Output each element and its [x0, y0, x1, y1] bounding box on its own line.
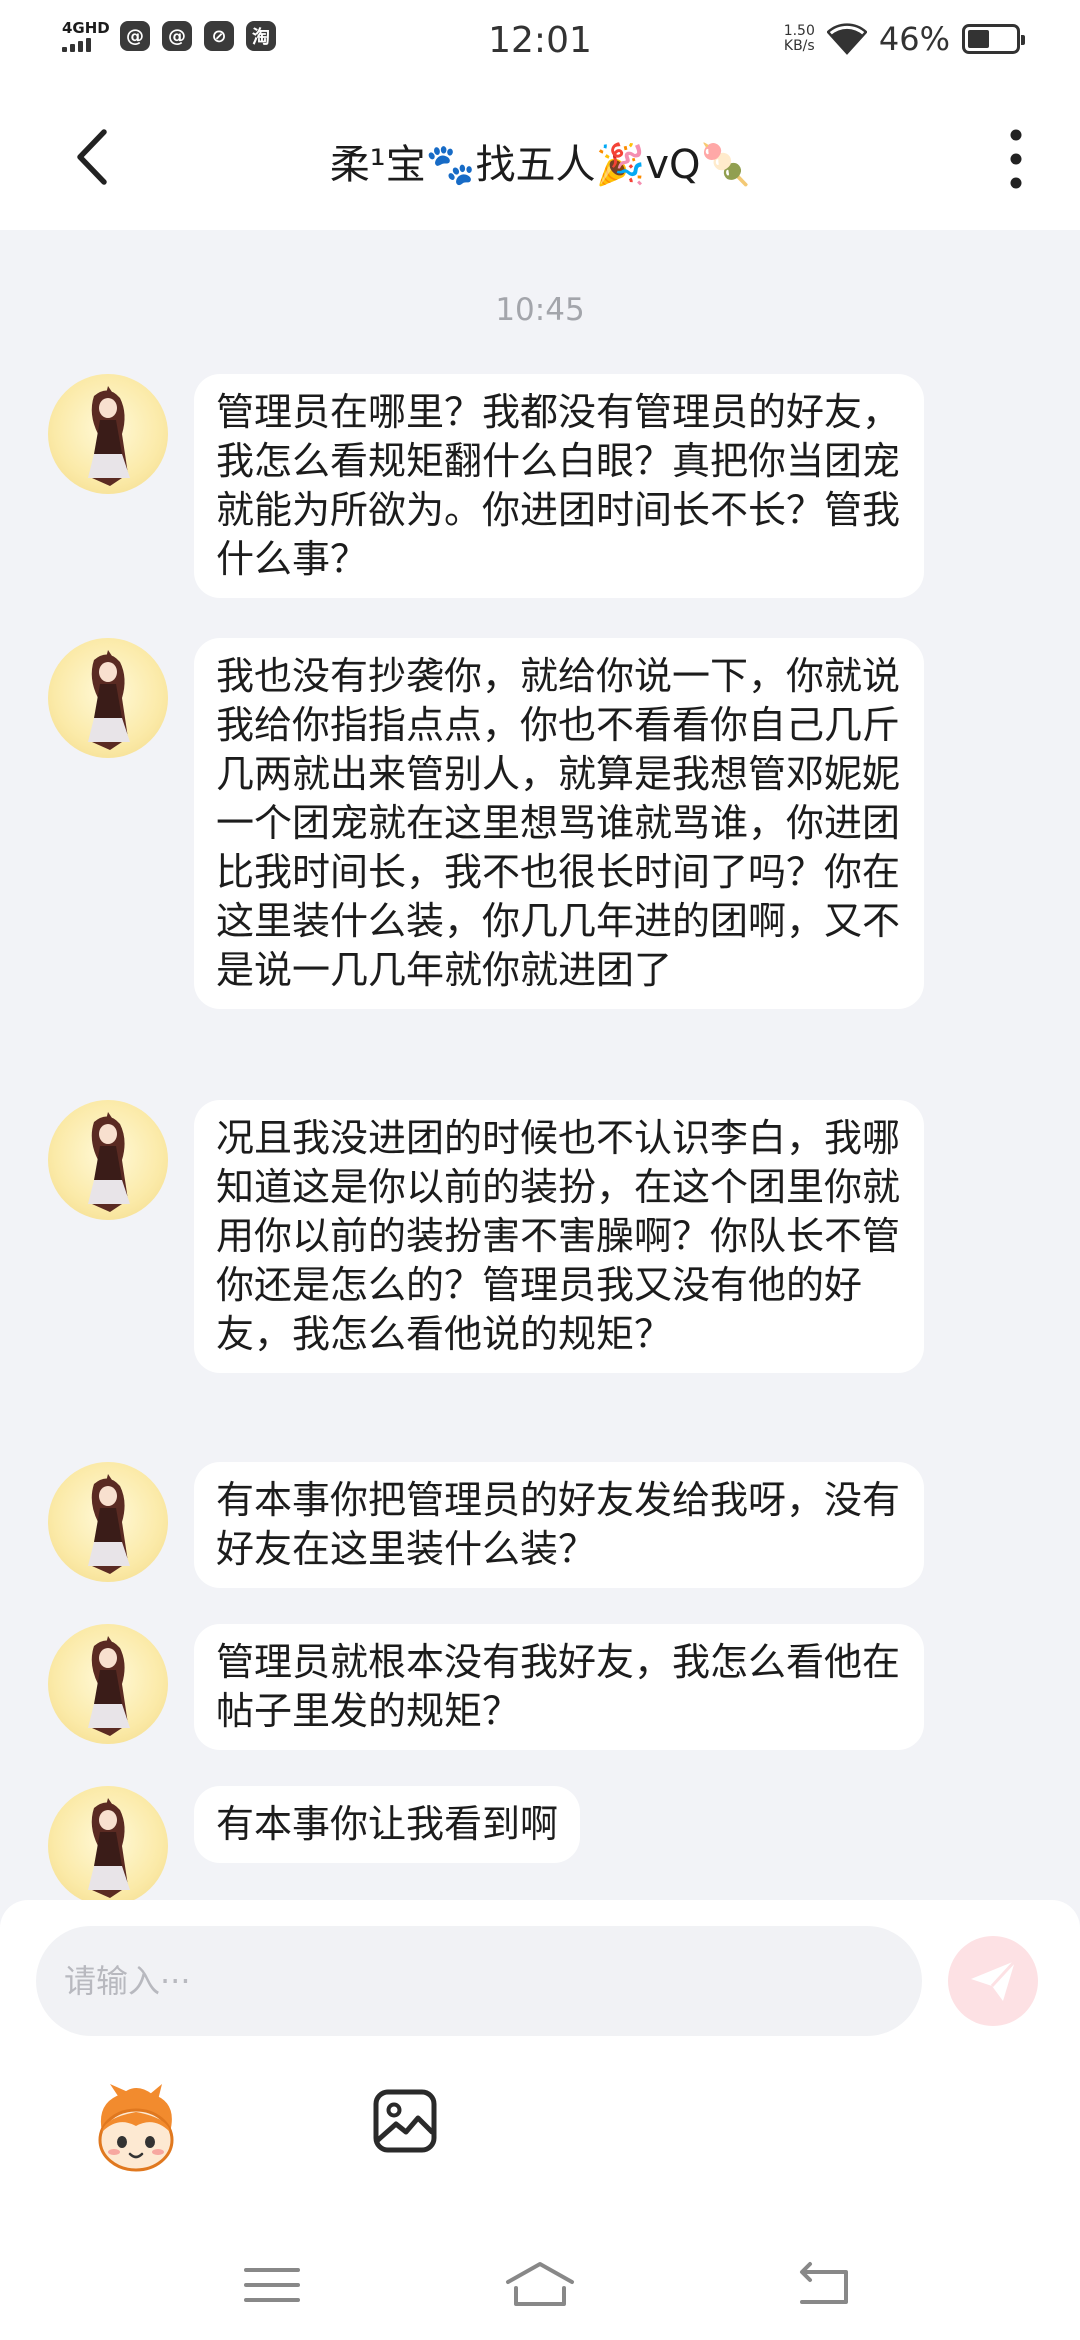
message-item: 管理员在哪里？我都没有管理员的好友，我怎么看规矩翻什么白眼？真把你当团宠就能为所…: [48, 374, 924, 598]
message-bubble[interactable]: 况且我没进团的时候也不认识李白，我哪知道这是你以前的装扮，在这个团里你就用你以前…: [194, 1100, 924, 1373]
message-item: 有本事你把管理员的好友发给我呀，没有好友在这里装什么装？: [48, 1462, 924, 1588]
avatar[interactable]: [48, 638, 168, 758]
nav-back-button[interactable]: [784, 2250, 864, 2320]
nav-home-button[interactable]: [500, 2250, 580, 2320]
chat-title: 柔¹宝🐾找五人🎉vQ🍡: [329, 142, 751, 188]
status-right: 1.50 KB/s 46%: [784, 20, 1025, 58]
emoji-mascot-icon: [98, 2084, 174, 2172]
message-input[interactable]: [64, 1962, 922, 2000]
nav-menu-button[interactable]: [232, 2250, 312, 2320]
avatar[interactable]: [48, 1786, 168, 1906]
status-bar: 4GHD @ @ ⊘ 淘 12:01 1.50 KB/s 46%: [0, 0, 1080, 84]
avatar-figure-icon: [88, 650, 130, 750]
image-icon: [373, 2089, 437, 2153]
message-bubble[interactable]: 管理员就根本没有我好友，我怎么看他在帖子里发的规矩？: [194, 1624, 924, 1750]
avatar-figure-icon: [88, 1112, 130, 1212]
menu-icon: [244, 2268, 300, 2302]
network-speed: 1.50 KB/s: [784, 24, 815, 54]
speed-unit: KB/s: [783, 38, 815, 54]
avatar-figure-icon: [88, 1798, 130, 1898]
chat-header: 柔¹宝🐾找五人🎉vQ🍡: [0, 84, 1080, 230]
emoji-button[interactable]: [88, 2082, 184, 2178]
input-panel: [0, 1900, 1080, 2340]
avatar[interactable]: [48, 374, 168, 494]
message-item: 况且我没进团的时候也不认识李白，我哪知道这是你以前的装扮，在这个团里你就用你以前…: [48, 1100, 924, 1373]
avatar[interactable]: [48, 1462, 168, 1582]
chevron-left-icon: [77, 129, 107, 185]
send-button[interactable]: [948, 1936, 1038, 2026]
message-bubble[interactable]: 管理员在哪里？我都没有管理员的好友，我怎么看规矩翻什么白眼？真把你当团宠就能为所…: [194, 374, 924, 598]
message-item: 有本事你让我看到啊: [48, 1786, 581, 1906]
avatar[interactable]: [48, 1100, 168, 1220]
system-nav-bar: [0, 2230, 1080, 2340]
avatar-figure-icon: [88, 1474, 130, 1574]
image-button[interactable]: [370, 2086, 440, 2156]
send-icon: [971, 1959, 1017, 2001]
avatar-figure-icon: [88, 386, 130, 486]
message-bubble[interactable]: 有本事你让我看到啊: [194, 1786, 581, 1863]
message-bubble[interactable]: 我也没有抄袭你，就给你说一下，你就说我给你指指点点，你也不看看你自己几斤几两就出…: [194, 638, 924, 1009]
message-bubble[interactable]: 有本事你把管理员的好友发给我呀，没有好友在这里装什么装？: [194, 1462, 924, 1588]
avatar-figure-icon: [88, 1636, 130, 1736]
back-button[interactable]: [60, 122, 130, 192]
back-icon: [800, 2262, 848, 2304]
battery-icon: [962, 24, 1025, 54]
home-icon: [506, 2262, 574, 2306]
message-timestamp: 10:45: [495, 292, 585, 328]
more-options-button[interactable]: [996, 124, 1036, 194]
message-list[interactable]: 10:45 管理员在哪里？我都没有管理员的好友，我怎么看规矩翻什么白眼？真把你当…: [0, 230, 1080, 1906]
battery-percent: 46%: [878, 20, 950, 58]
wifi-icon: [826, 23, 867, 55]
message-item: 管理员就根本没有我好友，我怎么看他在帖子里发的规矩？: [48, 1624, 924, 1750]
speed-value: 1.50: [783, 23, 815, 39]
message-input-container[interactable]: [36, 1926, 922, 2036]
message-item: 我也没有抄袭你，就给你说一下，你就说我给你指指点点，你也不看看你自己几斤几两就出…: [48, 638, 924, 1009]
more-vertical-icon: [1010, 129, 1022, 189]
avatar[interactable]: [48, 1624, 168, 1744]
